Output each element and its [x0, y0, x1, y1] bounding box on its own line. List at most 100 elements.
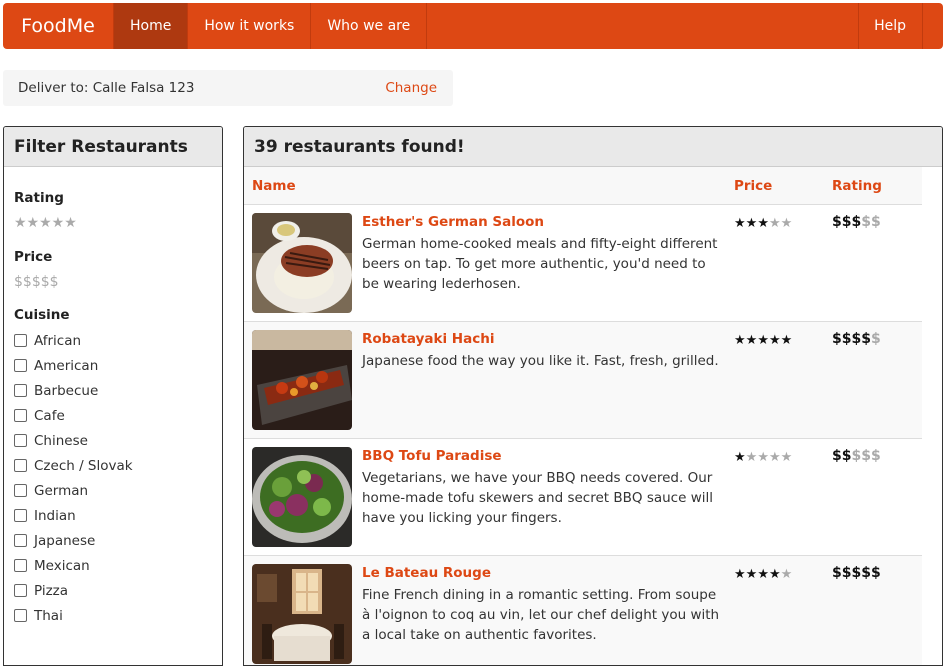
star-icon: ★	[768, 216, 781, 231]
cuisine-option[interactable]: American	[14, 353, 212, 378]
restaurant-row[interactable]: Esther's German Saloon German home-cooked…	[244, 205, 922, 322]
nav-home[interactable]: Home	[113, 3, 188, 49]
cuisine-option[interactable]: Indian	[14, 503, 212, 528]
star-icon: ★	[780, 567, 793, 582]
cuisine-option[interactable]: Chinese	[14, 428, 212, 453]
restaurant-rating-stars: ★★★★★	[734, 333, 792, 348]
grilled-skewers-icon[interactable]	[252, 330, 352, 430]
dollar-icon: $	[832, 331, 842, 347]
results-rows: Esther's German Saloon German home-cooked…	[244, 205, 942, 665]
cuisine-label: Chinese	[34, 432, 88, 449]
restaurant-name-link[interactable]: BBQ Tofu Paradise	[362, 448, 502, 464]
cuisine-checkbox[interactable]	[14, 334, 27, 347]
cuisine-label: Barbecue	[34, 382, 99, 399]
dollar-icon: $	[841, 448, 852, 464]
dollar-icon: $	[841, 214, 852, 230]
cuisine-option[interactable]: German	[14, 478, 212, 503]
steak-plate-icon[interactable]	[252, 213, 352, 313]
restaurant-price-level: $$$$$	[832, 448, 881, 464]
nav-how-it-works[interactable]: How it works	[187, 3, 310, 49]
cuisine-label: Pizza	[34, 582, 69, 599]
restaurant-name-link[interactable]: Robatayaki Hachi	[362, 331, 494, 347]
dollar-icon: $	[861, 214, 871, 230]
cuisine-checkbox[interactable]	[14, 359, 27, 372]
filter-panel: Filter Restaurants Rating ★★★★★ Price $$…	[3, 126, 223, 666]
nav-spacer	[426, 3, 858, 49]
dollar-icon: $	[861, 565, 871, 581]
delivery-bar: Deliver to: Calle Falsa 123 Change	[3, 70, 453, 106]
cuisine-label: Mexican	[34, 557, 90, 574]
dollar-icon: $	[871, 448, 881, 464]
cuisine-checkbox[interactable]	[14, 409, 27, 422]
change-address-link[interactable]: Change	[385, 80, 437, 96]
cuisine-checkbox[interactable]	[14, 509, 27, 522]
column-header-rating[interactable]: Rating	[832, 178, 882, 194]
restaurant-row[interactable]: Robatayaki Hachi Japanese food the way yo…	[244, 322, 922, 439]
cuisine-label: American	[34, 357, 99, 374]
restaurant-rating-stars: ★★★★★	[734, 567, 792, 582]
cuisine-checkbox[interactable]	[14, 609, 27, 622]
column-header-price[interactable]: Price	[734, 178, 772, 194]
star-icon: ★	[734, 333, 746, 348]
cuisine-option[interactable]: African	[14, 328, 212, 353]
dollar-icon: $	[861, 448, 871, 464]
cuisine-option[interactable]: Thai	[14, 603, 212, 628]
dollar-icon: $	[851, 214, 862, 230]
price-filter-label: Price	[14, 249, 53, 265]
dollar-icon: $	[841, 565, 852, 581]
star-icon: ★	[734, 450, 746, 465]
rating-filter-stars[interactable]: ★★★★★	[14, 215, 212, 231]
star-icon: ★	[745, 567, 758, 582]
restaurant-description: German home-cooked meals and fifty-eight…	[362, 236, 718, 292]
star-icon: ★	[780, 450, 793, 465]
restaurant-description: Vegetarians, we have your BBQ needs cove…	[362, 470, 713, 526]
results-count: 39 restaurants found!	[244, 127, 942, 167]
restaurant-price-level: $$$$$	[832, 331, 881, 347]
dollar-icon: $	[832, 448, 842, 464]
restaurant-interior-icon[interactable]	[252, 564, 352, 664]
cuisine-option[interactable]: Japanese	[14, 528, 212, 553]
cuisine-option[interactable]: Czech / Slovak	[14, 453, 212, 478]
cuisine-checkbox[interactable]	[14, 384, 27, 397]
cuisine-label: African	[34, 332, 82, 349]
cuisine-checkbox[interactable]	[14, 459, 27, 472]
cuisine-label: German	[34, 482, 89, 499]
rating-filter-label: Rating	[14, 190, 64, 206]
cuisine-label: Czech / Slovak	[34, 457, 133, 474]
cuisine-label: Japanese	[34, 532, 96, 549]
delivery-address: Deliver to: Calle Falsa 123	[18, 80, 195, 96]
column-header-name[interactable]: Name	[252, 178, 296, 194]
star-icon: ★	[780, 216, 793, 231]
cuisine-checkbox[interactable]	[14, 434, 27, 447]
brand-logo[interactable]: FoodMe	[3, 3, 113, 49]
nav-help[interactable]: Help	[858, 3, 923, 49]
dollar-icon: $	[851, 565, 862, 581]
restaurant-name-link[interactable]: Le Bateau Rouge	[362, 565, 491, 581]
filter-title: Filter Restaurants	[4, 127, 222, 167]
restaurant-row[interactable]: BBQ Tofu Paradise Vegetarians, we have yo…	[244, 439, 922, 556]
cuisine-checkbox[interactable]	[14, 584, 27, 597]
dollar-icon: $	[871, 214, 881, 230]
star-icon: ★	[757, 216, 769, 231]
results-table-header: Name Price Rating	[244, 167, 922, 205]
cuisine-option[interactable]: Mexican	[14, 553, 212, 578]
dollar-icon: $	[871, 565, 881, 581]
cuisine-checkbox[interactable]	[14, 559, 27, 572]
cuisine-checkbox[interactable]	[14, 534, 27, 547]
star-icon: ★	[757, 567, 769, 582]
dollar-icon: $	[851, 448, 862, 464]
cuisine-filter-label: Cuisine	[14, 307, 70, 323]
star-icon: ★	[757, 450, 769, 465]
star-icon: ★	[780, 333, 793, 348]
restaurant-rating-stars: ★★★★★	[734, 450, 792, 465]
restaurant-description: Japanese food the way you like it. Fast,…	[362, 353, 719, 369]
restaurant-name-link[interactable]: Esther's German Saloon	[362, 214, 544, 230]
nav-who-we-are[interactable]: Who we are	[310, 3, 426, 49]
price-filter-dollars[interactable]: $$$$$	[14, 274, 212, 290]
cuisine-checkbox[interactable]	[14, 484, 27, 497]
salad-bowl-icon[interactable]	[252, 447, 352, 547]
dollar-icon: $	[861, 331, 871, 347]
cuisine-option[interactable]: Pizza	[14, 578, 212, 603]
cuisine-option[interactable]: Barbecue	[14, 378, 212, 403]
cuisine-option[interactable]: Cafe	[14, 403, 212, 428]
